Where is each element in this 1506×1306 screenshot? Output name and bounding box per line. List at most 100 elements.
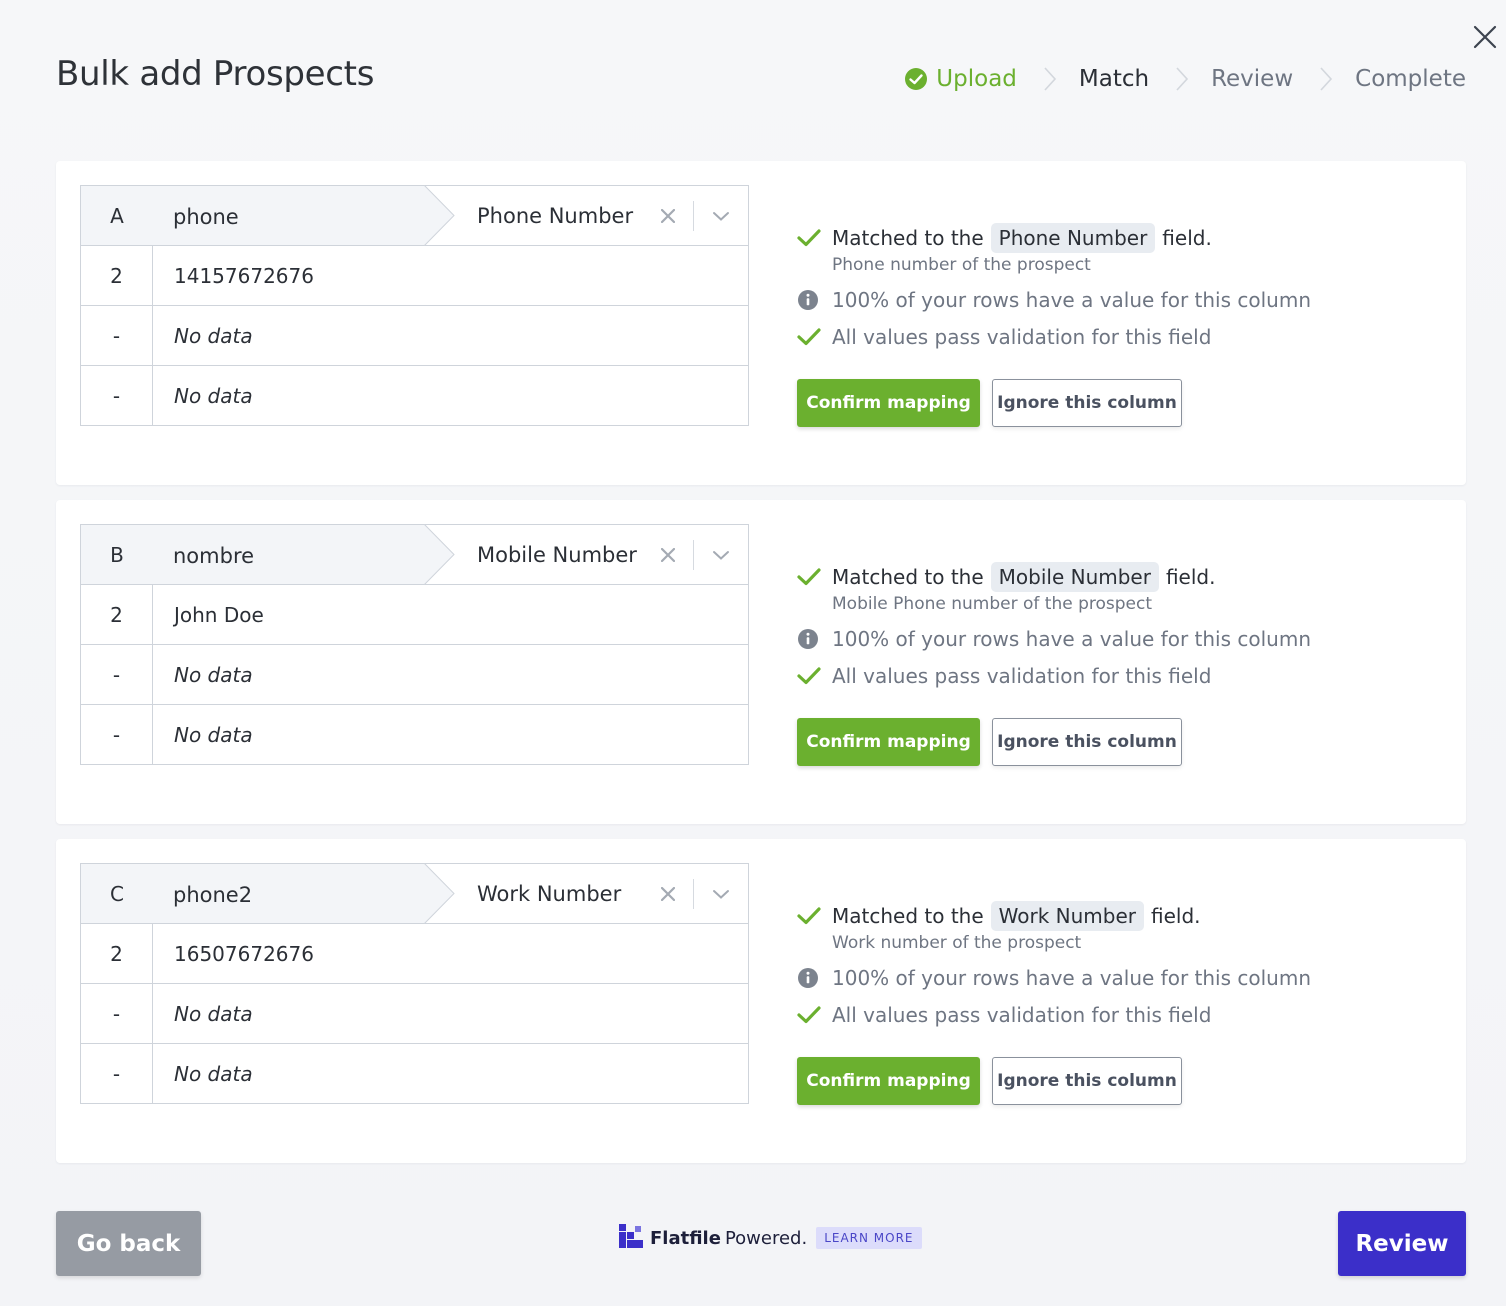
cell-value: 16507672676: [174, 941, 314, 966]
step-label: Match: [1078, 66, 1150, 92]
chevron-right-icon: [1175, 66, 1189, 92]
column-mapping-card: C phone2 Work Number 2 16507672676 - No …: [56, 839, 1466, 1163]
confirm-mapping-button[interactable]: Confirm mapping: [797, 718, 980, 766]
field-chip: Work Number: [990, 901, 1144, 931]
row-index: -: [81, 1044, 153, 1103]
close-button[interactable]: [1470, 22, 1500, 52]
validation-line: All values pass validation for this fiel…: [797, 1003, 1437, 1027]
column-header: C phone2 Work Number: [81, 863, 748, 924]
step-label: Review: [1211, 66, 1294, 92]
x-icon[interactable]: [653, 886, 683, 901]
field-select-value[interactable]: Phone Number: [477, 204, 653, 228]
cell-value: No data: [174, 383, 253, 408]
match-info: Matched to the Work Number field. Work n…: [797, 901, 1437, 1105]
field-select-value[interactable]: Mobile Number: [477, 543, 653, 567]
go-back-button[interactable]: Go back: [56, 1211, 201, 1276]
row-index: 2: [81, 246, 153, 305]
row-index: 2: [81, 924, 153, 983]
step-match[interactable]: Match: [1079, 66, 1149, 92]
match-info: Matched to the Mobile Number field. Mobi…: [797, 562, 1437, 766]
confirm-mapping-button[interactable]: Confirm mapping: [797, 1057, 980, 1105]
cell-value: No data: [174, 722, 253, 747]
arrow-separator-icon: [424, 863, 455, 924]
confirm-mapping-button[interactable]: Confirm mapping: [797, 379, 980, 427]
field-description: Phone number of the prospect: [832, 255, 1091, 275]
chevron-down-icon[interactable]: [694, 549, 748, 561]
cell-value: 14157672676: [174, 263, 314, 288]
field-selector[interactable]: Phone Number: [425, 186, 748, 245]
coverage-text: 100% of your rows have a value for this …: [832, 288, 1312, 312]
column-preview-table: A phone Phone Number 2 14157672676 - No …: [80, 185, 749, 426]
step-label: Complete: [1355, 66, 1466, 92]
checkmark-icon: [797, 666, 832, 686]
match-info: Matched to the Phone Number field. Phone…: [797, 223, 1437, 427]
ignore-column-button[interactable]: Ignore this column: [992, 718, 1182, 766]
row-index: -: [81, 366, 153, 425]
cell-value: John Doe: [174, 602, 264, 627]
coverage-line: 100% of your rows have a value for this …: [797, 627, 1437, 651]
column-header: B nombre Mobile Number: [81, 524, 748, 585]
column-preview-table: B nombre Mobile Number 2 John Doe - No d…: [80, 524, 749, 765]
coverage-line: 100% of your rows have a value for this …: [797, 966, 1437, 990]
checkmark-icon: [797, 567, 832, 587]
column-name: phone2: [173, 882, 253, 907]
cell-value: No data: [174, 1001, 253, 1026]
chevron-down-icon[interactable]: [694, 210, 748, 222]
table-row: 2 John Doe: [81, 585, 748, 645]
info-circle-icon: [797, 289, 832, 311]
ignore-column-button[interactable]: Ignore this column: [992, 379, 1182, 427]
field-description: Mobile Phone number of the prospect: [832, 594, 1153, 614]
x-icon[interactable]: [653, 547, 683, 562]
field-selector[interactable]: Work Number: [425, 864, 748, 923]
learn-more-link[interactable]: LEARN MORE: [816, 1227, 922, 1249]
cell-value: No data: [174, 662, 253, 687]
column-letter: A: [110, 203, 124, 228]
arrow-separator-icon: [424, 185, 455, 246]
coverage-text: 100% of your rows have a value for this …: [832, 627, 1312, 651]
row-index: -: [81, 645, 153, 704]
review-button[interactable]: Review: [1338, 1211, 1466, 1276]
match-status: Matched to the Mobile Number field.: [797, 562, 1437, 592]
column-header: A phone Phone Number: [81, 185, 748, 246]
checkmark-icon: [797, 1005, 832, 1025]
field-select-value[interactable]: Work Number: [477, 882, 653, 906]
validation-line: All values pass validation for this fiel…: [797, 664, 1437, 688]
field-selector[interactable]: Mobile Number: [425, 525, 748, 584]
match-prefix: Matched to the: [832, 226, 984, 250]
checkmark-icon: [797, 906, 832, 926]
table-row: - No data: [81, 645, 748, 705]
chevron-down-icon[interactable]: [694, 888, 748, 900]
x-icon[interactable]: [653, 208, 683, 223]
table-row: - No data: [81, 984, 748, 1044]
close-icon: [1473, 25, 1497, 49]
mapping-actions: Confirm mapping Ignore this column: [797, 379, 1437, 427]
step-review[interactable]: Review: [1211, 66, 1293, 92]
coverage-line: 100% of your rows have a value for this …: [797, 288, 1437, 312]
chevron-right-icon: [1319, 66, 1333, 92]
step-complete[interactable]: Complete: [1355, 66, 1466, 92]
validation-text: All values pass validation for this fiel…: [832, 664, 1212, 688]
ignore-column-button[interactable]: Ignore this column: [992, 1057, 1182, 1105]
source-column: A phone: [81, 185, 455, 246]
step-upload[interactable]: Upload: [904, 66, 1017, 92]
validation-line: All values pass validation for this fiel…: [797, 325, 1437, 349]
column-letter: B: [110, 542, 124, 567]
arrow-separator-icon: [424, 524, 455, 585]
checkmark-icon: [797, 327, 832, 347]
mapping-actions: Confirm mapping Ignore this column: [797, 718, 1437, 766]
info-circle-icon: [797, 628, 832, 650]
page-title: Bulk add Prospects: [56, 54, 375, 94]
table-row: - No data: [81, 705, 748, 764]
stepper: Upload Match Review Complete: [904, 62, 1466, 96]
column-preview-table: C phone2 Work Number 2 16507672676 - No …: [80, 863, 749, 1104]
source-column: B nombre: [81, 524, 455, 585]
column-name: phone: [173, 204, 239, 229]
mapping-actions: Confirm mapping Ignore this column: [797, 1057, 1437, 1105]
column-mapping-card: A phone Phone Number 2 14157672676 - No …: [56, 161, 1466, 485]
chevron-right-icon: [1043, 66, 1057, 92]
validation-text: All values pass validation for this fiel…: [832, 325, 1212, 349]
match-suffix: field.: [1165, 565, 1216, 589]
match-status: Matched to the Work Number field.: [797, 901, 1437, 931]
brand-name: Flatfile: [650, 1227, 721, 1249]
flatfile-logo-icon: [619, 1224, 643, 1252]
